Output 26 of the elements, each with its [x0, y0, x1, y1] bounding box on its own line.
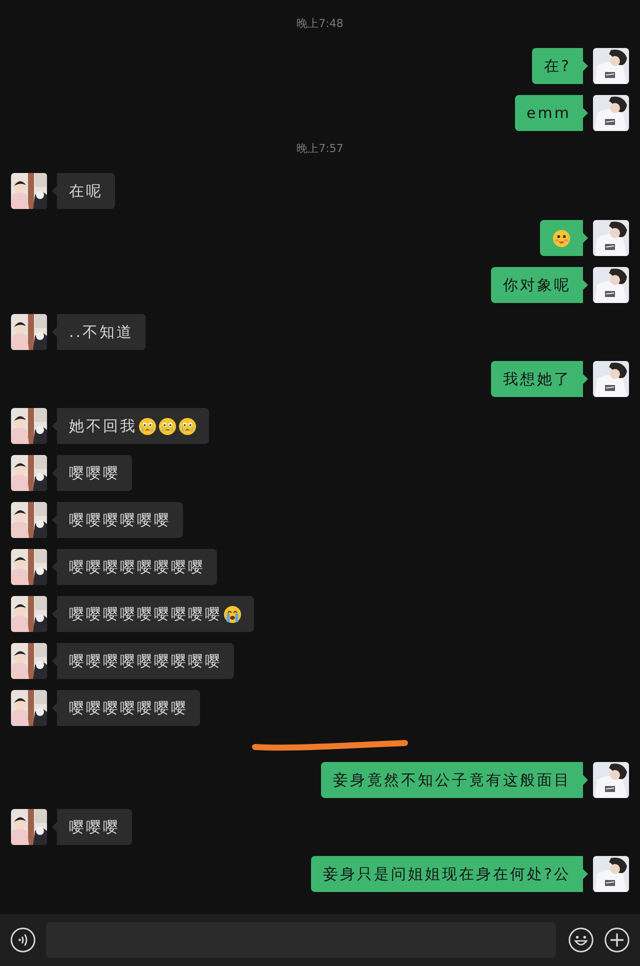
message-bubble: 妾身只是问姐姐现在身在何处?公	[311, 856, 588, 892]
message-bubble: 嘤嘤嘤	[52, 809, 132, 845]
plus-icon[interactable]	[604, 927, 630, 953]
message-bubble: 嘤嘤嘤嘤嘤嘤嘤	[52, 690, 200, 726]
message-bubble: emm	[514, 95, 588, 131]
timestamp: 晚上7:48	[296, 17, 344, 31]
message-bubble: 在呢	[52, 173, 115, 209]
message-bubble: 我想她了	[491, 361, 588, 397]
message-bubble: 嘤嘤嘤嘤嘤嘤嘤嘤嘤	[52, 596, 254, 632]
message-bubble: 嘤嘤嘤	[52, 455, 132, 491]
crying-face-icon	[223, 604, 242, 624]
message-bubble: 在?	[532, 48, 588, 84]
timestamp: 晚上7:57	[296, 142, 344, 156]
message-bubble: 妾身竟然不知公子竟有这般面目	[321, 762, 588, 798]
crying-face-icon	[178, 416, 197, 436]
message-bubble: 嘤嘤嘤嘤嘤嘤嘤嘤嘤	[52, 643, 234, 679]
message-bubble: 她不回我	[52, 408, 209, 444]
crying-face-icon	[158, 416, 177, 436]
message-bubble: ..不知道	[52, 314, 146, 350]
message-bubble: 你对象呢	[491, 267, 588, 303]
voice-icon[interactable]	[10, 927, 36, 953]
emoji-icon[interactable]	[568, 927, 594, 953]
message-bubble: 嘤嘤嘤嘤嘤嘤嘤嘤	[52, 549, 217, 585]
crying-face-icon	[138, 416, 157, 436]
shy-face-icon	[552, 228, 571, 248]
message-bubble: 嘤嘤嘤嘤嘤嘤	[52, 502, 183, 538]
